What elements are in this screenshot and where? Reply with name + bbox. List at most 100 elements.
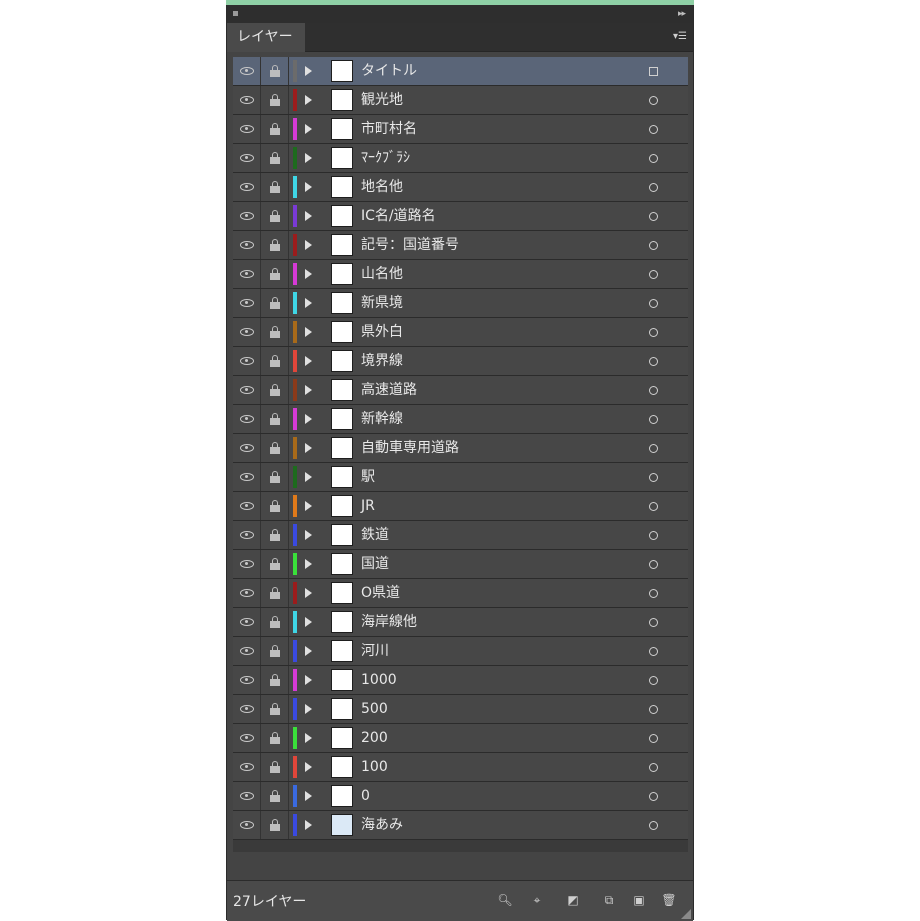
layer-row[interactable]: 河川 <box>233 637 688 666</box>
layer-name[interactable]: 河川 <box>361 637 389 665</box>
expand-arrow-icon[interactable] <box>305 617 312 627</box>
lock-toggle[interactable] <box>261 144 289 172</box>
expand-arrow-icon[interactable] <box>305 298 312 308</box>
layer-name[interactable]: 500 <box>361 695 388 723</box>
expand-arrow-icon[interactable] <box>305 733 312 743</box>
lock-toggle[interactable] <box>261 579 289 607</box>
layer-name[interactable]: 市町村名 <box>361 115 417 143</box>
visibility-toggle[interactable] <box>233 782 261 810</box>
layer-name[interactable]: 海あみ <box>361 811 403 839</box>
expand-arrow-icon[interactable] <box>305 704 312 714</box>
layer-row[interactable]: 山名他 <box>233 260 688 289</box>
layer-row[interactable]: 新県境 <box>233 289 688 318</box>
expand-arrow-icon[interactable] <box>305 588 312 598</box>
layer-row[interactable]: 500 <box>233 695 688 724</box>
lock-toggle[interactable] <box>261 695 289 723</box>
target-indicator-icon[interactable] <box>647 587 659 599</box>
lock-toggle[interactable] <box>261 115 289 143</box>
layer-row[interactable]: 記号：国道番号 <box>233 231 688 260</box>
expand-arrow-icon[interactable] <box>305 95 312 105</box>
visibility-toggle[interactable] <box>233 666 261 694</box>
target-indicator-icon[interactable] <box>647 152 659 164</box>
layer-name[interactable]: 境界線 <box>361 347 403 375</box>
target-indicator-icon[interactable] <box>647 297 659 309</box>
lock-toggle[interactable] <box>261 724 289 752</box>
layer-row[interactable]: 鉄道 <box>233 521 688 550</box>
target-indicator-icon[interactable] <box>647 94 659 106</box>
expand-arrow-icon[interactable] <box>305 443 312 453</box>
expand-arrow-icon[interactable] <box>305 820 312 830</box>
layer-row[interactable]: 200 <box>233 724 688 753</box>
visibility-toggle[interactable] <box>233 550 261 578</box>
visibility-toggle[interactable] <box>233 463 261 491</box>
layer-name[interactable]: 鉄道 <box>361 521 389 549</box>
layer-row[interactable]: JR <box>233 492 688 521</box>
layer-row[interactable]: 新幹線 <box>233 405 688 434</box>
layer-name[interactable]: O県道 <box>361 579 400 607</box>
lock-toggle[interactable] <box>261 434 289 462</box>
visibility-toggle[interactable] <box>233 57 261 85</box>
target-indicator-icon[interactable] <box>647 384 659 396</box>
visibility-toggle[interactable] <box>233 492 261 520</box>
panel-titlebar[interactable]: ▸▸ <box>227 5 693 23</box>
target-indicator-icon[interactable] <box>647 413 659 425</box>
visibility-toggle[interactable] <box>233 173 261 201</box>
lock-toggle[interactable] <box>261 608 289 636</box>
lock-toggle[interactable] <box>261 173 289 201</box>
tab-layers[interactable]: レイヤー <box>227 23 305 52</box>
target-indicator-icon[interactable] <box>647 703 659 715</box>
panel-menu-icon[interactable]: ▾☰ <box>673 31 687 43</box>
lock-toggle[interactable] <box>261 550 289 578</box>
visibility-toggle[interactable] <box>233 811 261 839</box>
expand-arrow-icon[interactable] <box>305 791 312 801</box>
layer-row[interactable]: ﾏｰｸﾌﾞﾗｼ <box>233 144 688 173</box>
layer-name[interactable]: 地名他 <box>361 173 403 201</box>
expand-arrow-icon[interactable] <box>305 762 312 772</box>
layer-row[interactable]: 境界線 <box>233 347 688 376</box>
layer-row[interactable]: 高速道路 <box>233 376 688 405</box>
new-layer-icon[interactable]: ▣ <box>631 892 647 908</box>
layer-row[interactable]: IC名/道路名 <box>233 202 688 231</box>
layer-name[interactable]: 1000 <box>361 666 397 694</box>
layer-row[interactable]: 1000 <box>233 666 688 695</box>
layer-row[interactable]: 市町村名 <box>233 115 688 144</box>
visibility-toggle[interactable] <box>233 289 261 317</box>
target-indicator-icon[interactable] <box>647 500 659 512</box>
expand-arrow-icon[interactable] <box>305 153 312 163</box>
layer-name[interactable]: 国道 <box>361 550 389 578</box>
layer-row[interactable]: 海岸線他 <box>233 608 688 637</box>
locate-object-icon[interactable]: ⌖ <box>529 892 545 908</box>
visibility-toggle[interactable] <box>233 202 261 230</box>
layer-row[interactable]: 県外白 <box>233 318 688 347</box>
lock-toggle[interactable] <box>261 376 289 404</box>
resize-grip-icon[interactable] <box>681 909 691 919</box>
layer-row[interactable]: 国道 <box>233 550 688 579</box>
visibility-toggle[interactable] <box>233 347 261 375</box>
expand-arrow-icon[interactable] <box>305 472 312 482</box>
visibility-toggle[interactable] <box>233 695 261 723</box>
visibility-toggle[interactable] <box>233 318 261 346</box>
layer-name[interactable]: JR <box>361 492 375 520</box>
visibility-toggle[interactable] <box>233 260 261 288</box>
lock-toggle[interactable] <box>261 57 289 85</box>
new-sublayer-icon[interactable]: ⧉ <box>601 892 617 908</box>
layer-name[interactable]: 駅 <box>361 463 375 491</box>
target-indicator-icon[interactable] <box>647 210 659 222</box>
target-indicator-icon[interactable] <box>647 471 659 483</box>
lock-toggle[interactable] <box>261 405 289 433</box>
layer-row[interactable]: 海あみ <box>233 811 688 840</box>
layer-row[interactable]: 100 <box>233 753 688 782</box>
lock-toggle[interactable] <box>261 753 289 781</box>
layer-name[interactable]: 新幹線 <box>361 405 403 433</box>
lock-toggle[interactable] <box>261 202 289 230</box>
lock-toggle[interactable] <box>261 86 289 114</box>
layer-name[interactable]: 新県境 <box>361 289 403 317</box>
expand-arrow-icon[interactable] <box>305 530 312 540</box>
layer-row[interactable]: 駅 <box>233 463 688 492</box>
layer-name[interactable]: 記号：国道番号 <box>361 231 459 259</box>
layer-name[interactable]: 100 <box>361 753 388 781</box>
delete-icon[interactable]: 🗑︎ <box>661 892 677 908</box>
expand-arrow-icon[interactable] <box>305 356 312 366</box>
lock-toggle[interactable] <box>261 811 289 839</box>
lock-toggle[interactable] <box>261 318 289 346</box>
